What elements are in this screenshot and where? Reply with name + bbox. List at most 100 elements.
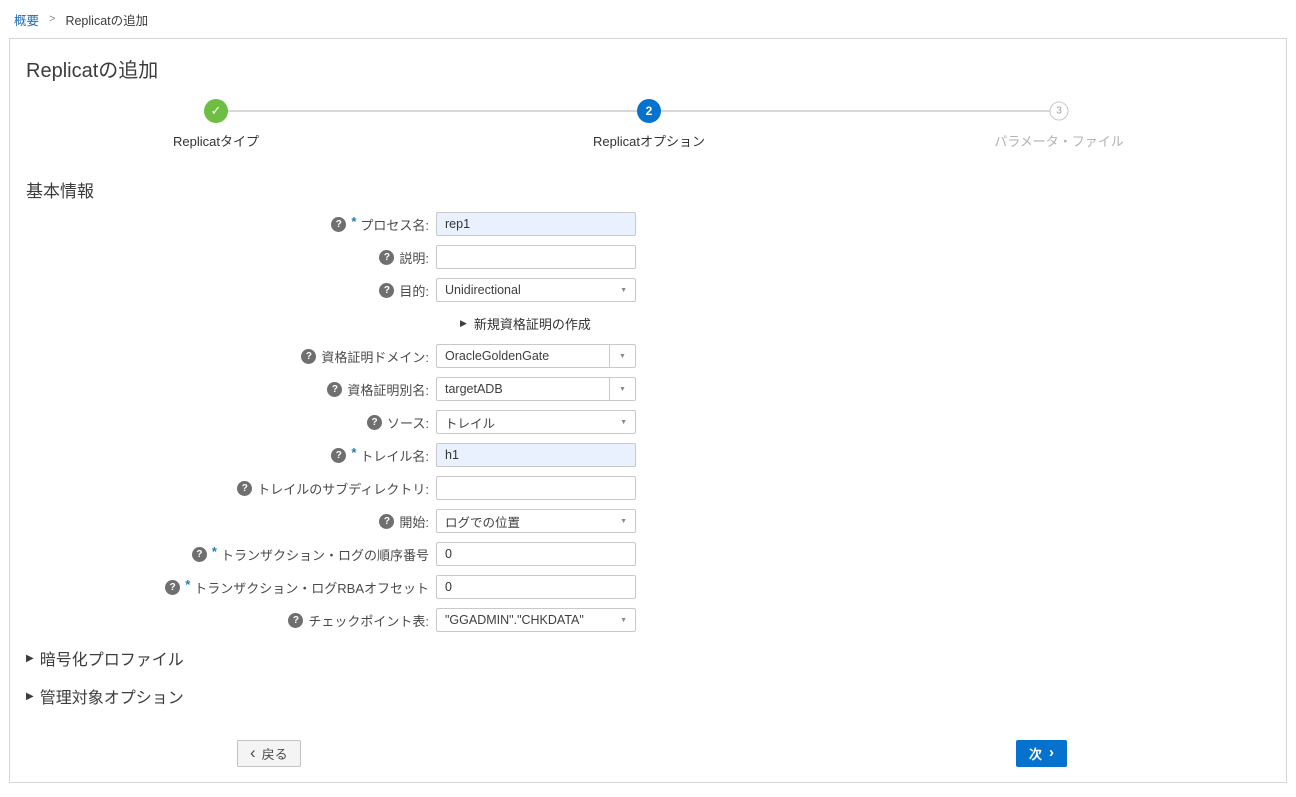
description-input[interactable] bbox=[436, 245, 636, 269]
transaction-log-sequence-number-label: トランザクション・ログの順序番号 bbox=[221, 545, 429, 564]
form-row-description: ?説明: bbox=[10, 245, 1286, 269]
begin-label-group: ?開始: bbox=[10, 512, 436, 531]
chevron-down-icon: ▼ bbox=[620, 617, 635, 624]
trail-subdirectory-label: トレイルのサブディレクトリ: bbox=[257, 479, 429, 498]
source-select[interactable]: トレイル▼ bbox=[436, 410, 636, 434]
required-icon: * bbox=[351, 445, 356, 460]
next-button-label: 次 bbox=[1029, 744, 1042, 763]
page: 概要 > Replicatの追加 Replicatの追加 ✓ Replicatタ… bbox=[0, 0, 1296, 797]
help-icon[interactable]: ? bbox=[367, 415, 382, 430]
disclosure-arrow-icon: ▶ bbox=[460, 318, 467, 329]
help-icon[interactable]: ? bbox=[237, 481, 252, 496]
transaction-log-rba-offset-label-group: ? * トランザクション・ログRBAオフセット bbox=[10, 578, 436, 597]
form-row-transaction-log-sequence-number: ? * トランザクション・ログの順序番号 bbox=[10, 542, 1286, 566]
collapsed-sections: ▶暗号化プロファイル▶管理対象オプション bbox=[10, 646, 1286, 708]
source-label: ソース: bbox=[387, 413, 429, 432]
step-2-circle[interactable]: 2 bbox=[637, 99, 661, 123]
source-value: トレイル bbox=[437, 413, 620, 432]
description-label-group: ?説明: bbox=[10, 248, 436, 267]
help-icon[interactable]: ? bbox=[379, 250, 394, 265]
credential-alias-dropdown-button[interactable]: ▼ bbox=[609, 378, 635, 400]
section-toggle-managed-options[interactable]: ▶ 管理対象オプション bbox=[26, 684, 1286, 708]
page-title: Replicatの追加 bbox=[26, 54, 1270, 83]
transaction-log-sequence-number-input[interactable] bbox=[436, 542, 636, 566]
credential-domain-value: OracleGoldenGate bbox=[437, 349, 609, 363]
help-icon[interactable]: ? bbox=[379, 514, 394, 529]
stepper-connector bbox=[216, 110, 649, 112]
credential-alias-value: targetADB bbox=[437, 382, 609, 396]
help-icon[interactable]: ? bbox=[288, 613, 303, 628]
create-new-credential-link[interactable]: ▶ 新規資格証明の作成 bbox=[10, 311, 1286, 335]
section-toggle-encryption-profile[interactable]: ▶暗号化プロファイル bbox=[26, 646, 1286, 670]
trail-name-input[interactable] bbox=[436, 443, 636, 467]
step-3-circle[interactable]: 3 bbox=[1050, 102, 1069, 121]
step-1-label: Replicatタイプ bbox=[96, 131, 336, 150]
breadcrumb-overview-link[interactable]: 概要 bbox=[14, 10, 39, 29]
step-3-number: 3 bbox=[1056, 106, 1062, 117]
help-icon[interactable]: ? bbox=[301, 349, 316, 364]
transaction-log-rba-offset-input[interactable] bbox=[436, 575, 636, 599]
intent-label-group: ? 目的: bbox=[10, 281, 436, 300]
credential-alias-label-group: ? 資格証明別名: bbox=[10, 380, 436, 399]
credential-alias-label: 資格証明別名: bbox=[347, 380, 429, 399]
process-name-label: プロセス名: bbox=[360, 215, 429, 234]
wizard-footer: ‹ 戻る 次 › bbox=[10, 740, 1286, 767]
disclosure-arrow-icon: ▶ bbox=[26, 691, 34, 702]
credential-alias-combobox[interactable]: targetADB ▼ bbox=[436, 377, 636, 401]
breadcrumb-current: Replicatの追加 bbox=[65, 10, 148, 29]
next-button[interactable]: 次 › bbox=[1016, 740, 1067, 767]
credential-domain-label-group: ?資格証明ドメイン: bbox=[10, 347, 436, 366]
form-row-begin: ?開始:ログでの位置▼ bbox=[10, 509, 1286, 533]
section-title-basic-information: 基本情報 bbox=[26, 177, 1286, 202]
trail-subdirectory-label-group: ? トレイルのサブディレクトリ: bbox=[10, 479, 436, 498]
checkpoint-table-label: チェックポイント表: bbox=[308, 611, 429, 630]
trail-subdirectory-input[interactable] bbox=[436, 476, 636, 500]
required-icon: * bbox=[351, 214, 356, 229]
disclosure-arrow-icon: ▶ bbox=[26, 653, 34, 664]
form-row-trail-name: ?*トレイル名: bbox=[10, 443, 1286, 467]
intent-select[interactable]: Unidirectional▼ bbox=[436, 278, 636, 302]
intent-label: 目的: bbox=[399, 281, 429, 300]
transaction-log-rba-offset-label: トランザクション・ログRBAオフセット bbox=[194, 578, 429, 597]
form-row-intent: ? 目的: Unidirectional▼ bbox=[10, 278, 1286, 302]
form-fields: ?*プロセス名:?説明:?目的:Unidirectional▼▶新規資格証明の作… bbox=[10, 212, 1286, 632]
chevron-down-icon: ▼ bbox=[620, 287, 635, 294]
help-icon[interactable]: ? bbox=[331, 448, 346, 463]
required-icon: * bbox=[212, 544, 217, 559]
step-2-label: Replicatオプション bbox=[529, 131, 769, 150]
credential-domain-combobox[interactable]: OracleGoldenGate ▼ bbox=[436, 344, 636, 368]
form-row-checkpoint-table: ? チェックポイント表: "GGADMIN"."CHKDATA"▼ bbox=[10, 608, 1286, 632]
form-row-credential-alias: ? 資格証明別名: targetADB ▼ bbox=[10, 377, 1286, 401]
intent-value: Unidirectional bbox=[437, 283, 620, 297]
chevron-down-icon: ▼ bbox=[619, 386, 626, 393]
begin-value: ログでの位置 bbox=[437, 512, 620, 531]
trail-name-label-group: ?*トレイル名: bbox=[10, 446, 436, 465]
chevron-left-icon: ‹ bbox=[250, 744, 256, 761]
help-icon[interactable]: ? bbox=[192, 547, 207, 562]
step-1-circle[interactable]: ✓ bbox=[204, 99, 228, 123]
form-row-source: ? ソース: トレイル▼ bbox=[10, 410, 1286, 434]
help-icon[interactable]: ? bbox=[165, 580, 180, 595]
chevron-right-icon: › bbox=[1049, 745, 1054, 760]
source-label-group: ? ソース: bbox=[10, 413, 436, 432]
begin-select[interactable]: ログでの位置▼ bbox=[436, 509, 636, 533]
help-icon[interactable]: ? bbox=[331, 217, 346, 232]
process-name-input[interactable] bbox=[436, 212, 636, 236]
transaction-log-sequence-number-label-group: ? * トランザクション・ログの順序番号 bbox=[10, 545, 436, 564]
required-icon: * bbox=[185, 577, 190, 592]
form-row-process-name: ? * プロセス名: bbox=[10, 212, 1286, 236]
help-icon[interactable]: ? bbox=[379, 283, 394, 298]
credential-domain-dropdown-button[interactable]: ▼ bbox=[609, 345, 635, 367]
managed-options-label: 管理対象オプション bbox=[40, 684, 184, 708]
form-row-trail-subdirectory: ? トレイルのサブディレクトリ: bbox=[10, 476, 1286, 500]
help-icon[interactable]: ? bbox=[327, 382, 342, 397]
step-3-label: パラメータ・ファイル bbox=[939, 131, 1179, 150]
chevron-down-icon: ▼ bbox=[620, 518, 635, 525]
step-2-number: 2 bbox=[646, 104, 653, 118]
checkpoint-table-select[interactable]: "GGADMIN"."CHKDATA"▼ bbox=[436, 608, 636, 632]
chevron-down-icon: ▼ bbox=[620, 419, 635, 426]
back-button[interactable]: ‹ 戻る bbox=[237, 740, 301, 767]
form-row-credential-domain: ?資格証明ドメイン:OracleGoldenGate ▼ bbox=[10, 344, 1286, 368]
create-new-credential-label: 新規資格証明の作成 bbox=[474, 314, 591, 333]
chevron-down-icon: ▼ bbox=[619, 353, 626, 360]
